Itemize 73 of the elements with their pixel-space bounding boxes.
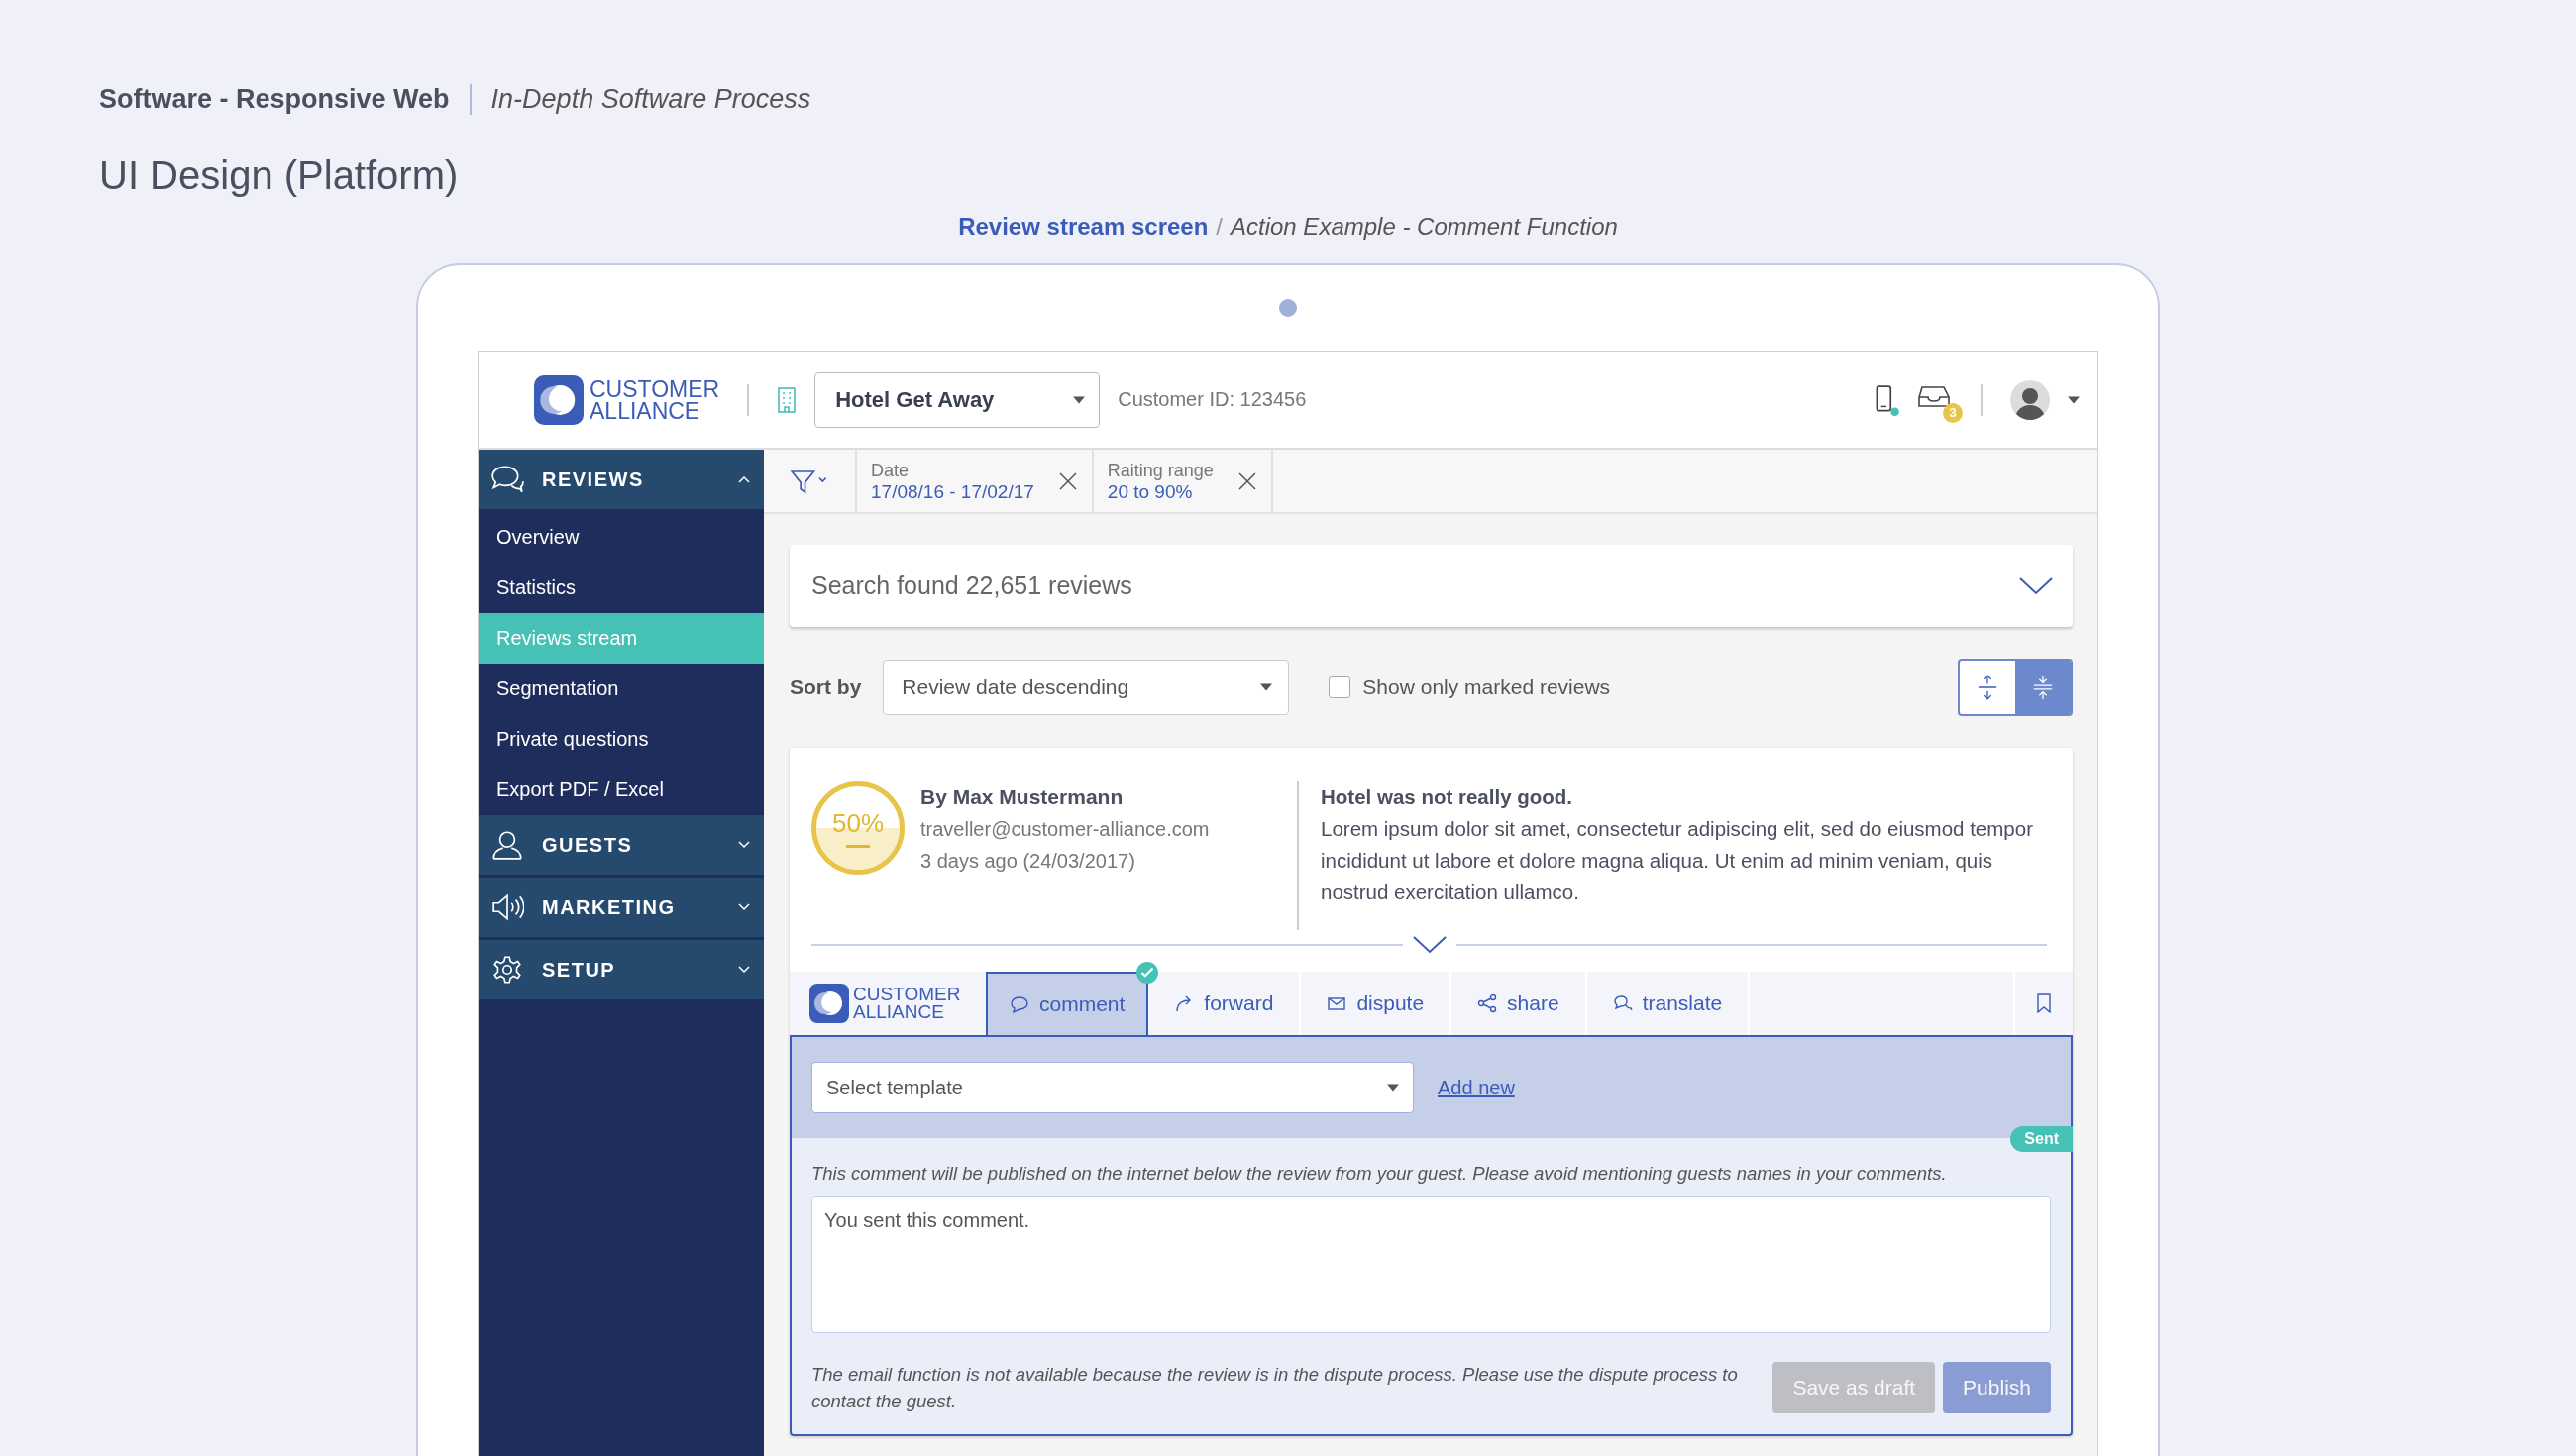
hotel-select[interactable]: Hotel Get Away: [814, 371, 1101, 428]
notice-text: The email function is not available because the review is in the dispute process. Please use the dispute process to contact the guest.: [811, 1363, 1739, 1413]
logo-text: CUSTOMER: [853, 986, 961, 1003]
logo-text: ALLIANCE: [853, 1003, 945, 1021]
nav-section[interactable]: MARKETING: [479, 878, 764, 940]
close-icon[interactable]: [1236, 470, 1257, 491]
filter-value: 20 to 90%: [1107, 480, 1194, 502]
collapse-view-button[interactable]: [2015, 661, 2071, 714]
page-title: UI Design (Platform): [99, 153, 460, 199]
chevron-down-icon: [738, 841, 750, 849]
chevron-down-icon: [738, 903, 750, 911]
avatar-icon[interactable]: [2010, 379, 2050, 420]
add-new-link[interactable]: Add new: [1438, 1076, 1515, 1099]
chevron-up-icon: [738, 475, 750, 483]
nav-item[interactable]: Private questions: [479, 714, 764, 765]
logo-text: ALLIANCE: [590, 399, 701, 422]
filter-label: Date: [871, 460, 911, 481]
nav-item[interactable]: Segmentation: [479, 664, 764, 714]
review-date: 3 days ago (24/03/2017): [920, 849, 1136, 874]
logo-text: CUSTOMER: [590, 377, 720, 400]
building-icon: [777, 384, 798, 415]
checkbox-label: Show only marked reviews: [1362, 676, 1611, 699]
logo-icon: [809, 984, 849, 1023]
caption-text: Action Example - Comment Function: [1231, 212, 1618, 242]
nav-section[interactable]: SETUP: [479, 940, 764, 1002]
chevron-down-icon: [738, 966, 750, 974]
screen-name: Review stream screen: [958, 212, 1209, 242]
collapse-icon: [2032, 674, 2054, 701]
action-tab[interactable]: comment: [986, 972, 1149, 1035]
notice-text: This comment will be published on the internet below the review from your guest. Please avoid mentioning guests names in your comments.: [811, 1162, 1948, 1186]
nav-item[interactable]: Statistics: [479, 563, 764, 613]
settings-icon: [490, 955, 524, 985]
logo-icon: [534, 374, 584, 425]
caret-icon: [1260, 683, 1273, 691]
page-category: Software - Responsive Web: [99, 83, 472, 115]
status-badge: Sent: [2010, 1126, 2073, 1152]
search-summary-bar[interactable]: Search found 22,651 reviews: [790, 545, 2073, 627]
sort-label: Sort by: [790, 676, 862, 699]
notification-badge: 3: [1943, 402, 1963, 423]
author-name: By Max Mustermann: [920, 784, 1125, 810]
expand-icon: [1977, 674, 1998, 701]
chevron-down-icon: [2019, 576, 2053, 595]
score-badge: 50%: [811, 781, 905, 875]
author-email: traveller@customer-alliance.com: [920, 817, 1210, 842]
nav-section[interactable]: REVIEWS: [479, 450, 764, 512]
nav-section[interactable]: GUESTS: [479, 815, 764, 878]
caption-separator: /: [1216, 212, 1223, 242]
nav-item[interactable]: Export PDF / Excel: [479, 765, 764, 815]
review-title: Hotel was not really good.: [1321, 784, 1573, 810]
caret-icon: [1073, 395, 1086, 404]
speaker-icon: [490, 892, 524, 922]
nav-item[interactable]: Overview: [479, 512, 764, 563]
speech-bubbles-icon: [490, 465, 524, 494]
caret-icon[interactable]: [2068, 395, 2080, 404]
speech-bubble-icon: [1010, 994, 1029, 1014]
sort-select[interactable]: Review date descending: [883, 660, 1290, 715]
person-icon: [490, 830, 524, 860]
customer-id: Customer ID: 123456: [1118, 388, 1307, 411]
camera-dot: [1279, 299, 1297, 317]
filter-label: Raiting range: [1107, 460, 1214, 481]
filter-value: 17/08/16 - 17/02/17: [871, 480, 1034, 502]
template-select[interactable]: Select template: [811, 1062, 1414, 1113]
caret-icon: [1387, 1084, 1399, 1092]
share-icon: [1477, 993, 1498, 1013]
review-text: Lorem ipsum dolor sit amet, consectetur adipiscing elit, sed do eiusmod tempor incididunt ut labore et dolore magna aliqua. Ut enim ad minim veniam, quis nostrud exercitation ullamco.: [1321, 816, 2034, 905]
page-subtitle: In-Depth Software Process: [489, 83, 811, 115]
close-icon[interactable]: [1057, 470, 1078, 491]
speech-bubbles-icon: [1612, 993, 1633, 1013]
bookmark-icon[interactable]: [2037, 993, 2051, 1013]
comment-field[interactable]: You sent this comment.: [811, 1196, 2051, 1333]
checkbox[interactable]: [1329, 676, 1351, 698]
inbox-icon[interactable]: [1917, 384, 1951, 409]
phone-icon[interactable]: [1874, 383, 1899, 416]
